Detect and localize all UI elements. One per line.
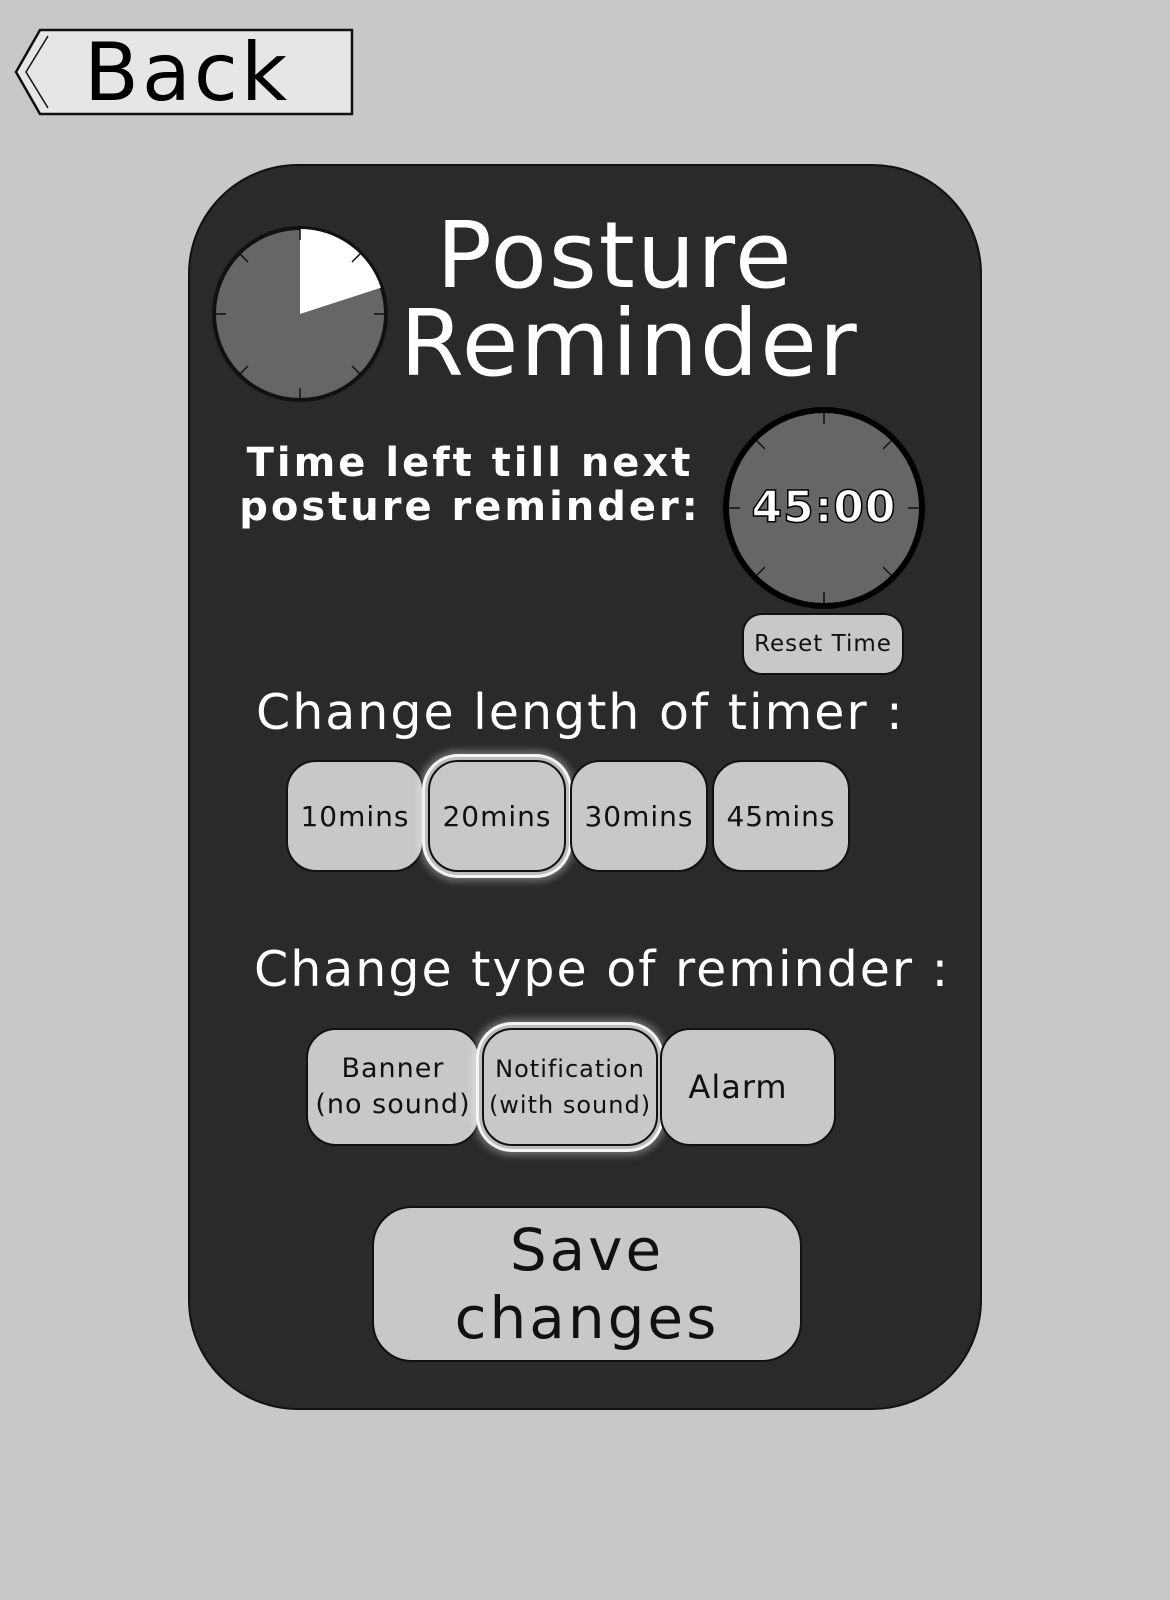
reset-time-button[interactable]: Reset Time	[742, 613, 904, 675]
reminder-option-notification[interactable]: Notification (with sound)	[482, 1028, 658, 1146]
reminder-option-alarm[interactable]: Alarm	[660, 1028, 836, 1146]
notification-line-1: Notification	[495, 1055, 645, 1083]
back-label: Back	[84, 26, 291, 119]
timer-option-20mins[interactable]: 20mins	[428, 760, 566, 872]
reminder-type-label: Change type of reminder :	[254, 941, 951, 998]
banner-line-1: Banner	[341, 1053, 445, 1084]
countdown-label: Time left till next posture reminder:	[230, 441, 710, 529]
save-changes-button[interactable]: Save changes	[372, 1206, 802, 1362]
timer-option-45mins[interactable]: 45mins	[712, 760, 850, 872]
countdown-time: 45:00	[751, 481, 897, 534]
timer-pie-icon	[212, 226, 388, 402]
page-title: Posture Reminder	[400, 202, 859, 397]
timer-option-30mins[interactable]: 30mins	[570, 760, 708, 872]
timer-length-label: Change length of timer :	[256, 684, 905, 741]
posture-reminder-panel: Posture Reminder Time left till next pos…	[188, 164, 982, 1410]
reminder-option-banner[interactable]: Banner (no sound)	[306, 1028, 480, 1146]
title-line-1: Posture	[436, 202, 794, 309]
back-button[interactable]: Back	[12, 28, 362, 118]
banner-line-2: (no sound)	[315, 1089, 471, 1120]
title-line-2: Reminder	[400, 290, 859, 397]
countdown-label-line-1: Time left till next	[246, 440, 694, 486]
countdown-label-line-2: posture reminder:	[239, 484, 701, 530]
timer-option-10mins[interactable]: 10mins	[286, 760, 424, 872]
notification-line-2: (with sound)	[488, 1091, 652, 1119]
